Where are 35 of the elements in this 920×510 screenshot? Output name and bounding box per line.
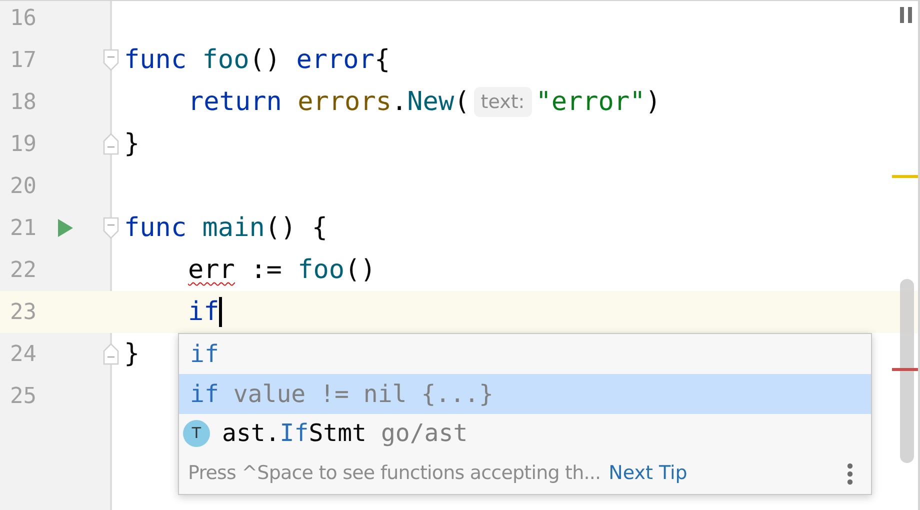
line-number: 17 xyxy=(10,46,38,74)
completion-item[interactable]: if xyxy=(179,334,871,374)
line-number: 16 xyxy=(10,4,38,32)
line-number: 18 xyxy=(10,88,38,116)
error-stripe-mark[interactable] xyxy=(892,368,918,371)
next-tip-link[interactable]: Next Tip xyxy=(608,459,688,488)
line-number: 25 xyxy=(10,382,38,410)
type-badge-icon: T xyxy=(183,420,210,447)
line-number: 19 xyxy=(10,130,38,158)
run-icon[interactable] xyxy=(58,219,73,237)
more-options-icon[interactable] xyxy=(847,462,853,485)
fold-icon[interactable] xyxy=(103,133,119,155)
scrollbar-thumb[interactable] xyxy=(900,279,914,463)
fold-icon[interactable] xyxy=(103,343,119,365)
code-text: err := foo() xyxy=(188,254,376,286)
line-number: 23 xyxy=(10,298,38,326)
parameter-hint: text: xyxy=(474,86,532,118)
code-text: } xyxy=(124,338,140,370)
line-number: 20 xyxy=(10,172,38,200)
warning-stripe-mark[interactable] xyxy=(892,175,918,178)
code-text: func foo() error{ xyxy=(124,44,390,76)
tip-text: Press ^Space to see functions accepting th... xyxy=(188,461,601,486)
code-text: if xyxy=(188,296,220,328)
fold-icon[interactable] xyxy=(103,217,119,239)
line-number: 21 xyxy=(10,214,38,242)
fold-icon[interactable] xyxy=(103,49,119,71)
code-text: return errors.New( text: "error") xyxy=(188,86,661,120)
pause-icon[interactable] xyxy=(900,7,912,23)
completion-item[interactable]: if value != nil {...} xyxy=(179,374,871,414)
line-number: 22 xyxy=(10,256,38,284)
code-text: func main() { xyxy=(124,212,328,244)
text-caret xyxy=(219,297,222,327)
line-number: 24 xyxy=(10,340,38,368)
completion-item[interactable]: T ast.IfStmt go/ast xyxy=(179,414,871,454)
code-text: } xyxy=(124,128,140,160)
